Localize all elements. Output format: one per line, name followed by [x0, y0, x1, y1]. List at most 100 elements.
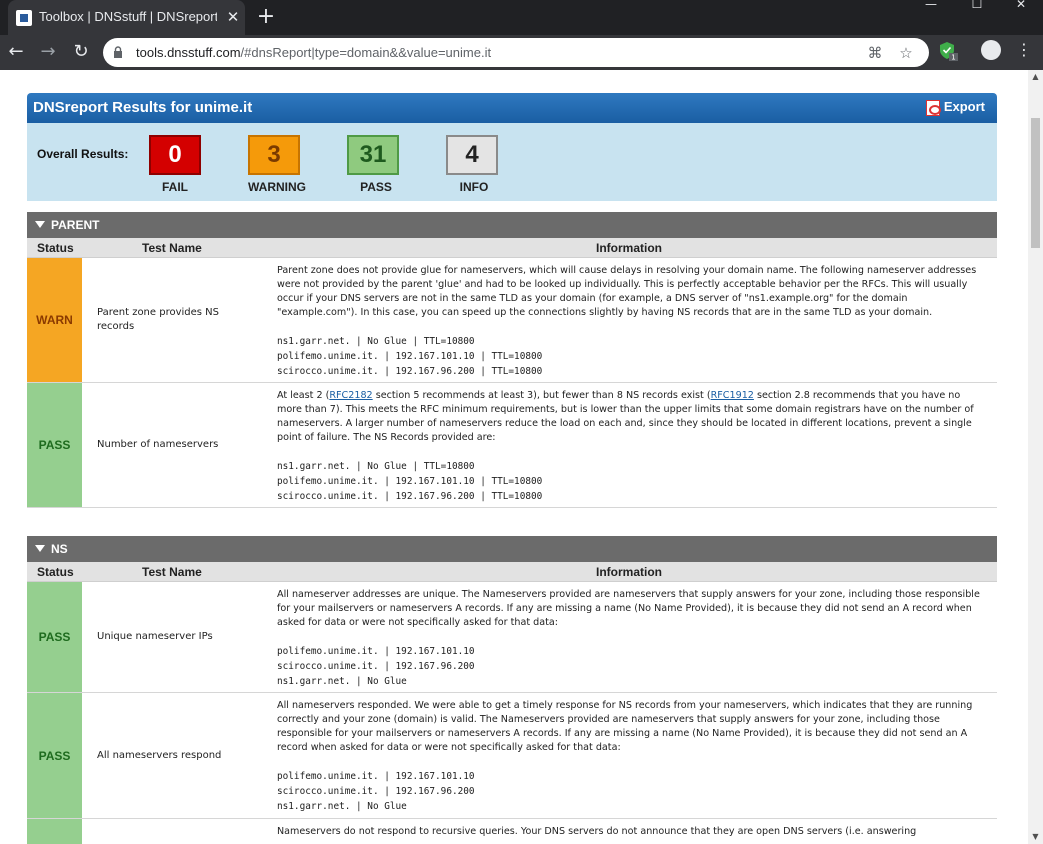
table-row: Nameservers do not respond to recursive … [27, 819, 997, 844]
record-line: ns1.garr.net. | No Glue | TTL=10800 [277, 336, 475, 347]
parent-section: PARENT Status Test Name Information WARN… [27, 212, 997, 508]
test-name: All nameservers respond [97, 749, 222, 761]
test-name-column-header: Test Name [142, 241, 202, 255]
url-path: /#dnsReport|type=domain&&value=unime.it [240, 45, 492, 60]
pass-label: PASS [360, 180, 392, 194]
test-name: Parent zone provides NS records [97, 307, 219, 332]
test-name-column-header: Test Name [142, 565, 202, 579]
overall-results-panel: Overall Results: 0 FAIL 3 WARNING 31 PAS… [27, 123, 997, 201]
overall-results-label: Overall Results: [37, 147, 129, 161]
test-name: Unique nameserver IPs [97, 631, 213, 642]
ns-section-header[interactable]: NS [27, 536, 997, 562]
table-row: PASS Number of nameservers At least 2 (R… [27, 383, 997, 508]
profile-avatar-icon[interactable] [981, 40, 1001, 60]
test-information: All nameserver addresses are unique. The… [277, 588, 987, 689]
ns-section-title: NS [51, 542, 68, 556]
tab-title: Toolbox | DNSstuff | DNSreport R [39, 9, 217, 24]
record-line: polifemo.unime.it. | 192.167.101.10 | TT… [277, 476, 543, 487]
maximize-window-icon[interactable]: ☐ [954, 0, 1000, 10]
page-viewport: DNSreport Results for unime.it Export Ov… [0, 70, 1028, 844]
parent-section-header[interactable]: PARENT [27, 212, 997, 238]
new-tab-button[interactable]: + [254, 5, 278, 29]
lock-icon [114, 46, 122, 58]
forward-arrow-icon[interactable]: → [36, 40, 60, 64]
info-text-part: At least 2 ( [277, 390, 330, 401]
record-line: ns1.garr.net. | No Glue [277, 676, 407, 687]
pdf-icon [925, 99, 941, 116]
info-text: All nameserver addresses are unique. The… [277, 589, 980, 628]
status-badge: PASS [27, 582, 82, 692]
status-badge: PASS [27, 693, 82, 818]
record-line: scirocco.unime.it. | 192.167.96.200 | TT… [277, 366, 543, 377]
scroll-up-arrow-icon[interactable]: ▲ [1031, 72, 1040, 81]
status-column-header: Status [37, 565, 74, 579]
record-line: ns1.garr.net. | No Glue | TTL=10800 [277, 461, 475, 472]
parent-section-title: PARENT [51, 218, 100, 232]
close-tab-icon[interactable]: ✕ [224, 8, 242, 26]
browser-tab-bar: Toolbox | DNSstuff | DNSreport R ✕ + — ☐… [0, 0, 1043, 35]
info-text: At least 2 (RFC2182 section 5 recommends… [277, 389, 987, 445]
table-row: WARN Parent zone provides NS records Par… [27, 258, 997, 383]
fail-count: 0 [149, 135, 201, 175]
scroll-down-arrow-icon[interactable]: ▼ [1031, 832, 1040, 841]
export-label: Export [943, 99, 985, 114]
url-host: tools.dnsstuff.com [136, 45, 241, 60]
info-text: All nameservers responded. We were able … [277, 700, 973, 753]
rfc2182-link[interactable]: RFC2182 [329, 390, 372, 401]
close-window-icon[interactable]: ✕ [998, 0, 1043, 10]
record-line: polifemo.unime.it. | 192.167.101.10 | TT… [277, 351, 543, 362]
extension-shield-icon[interactable]: 1 [938, 41, 958, 61]
column-headers: Status Test Name Information [27, 562, 997, 582]
information-column-header: Information [596, 241, 662, 255]
info-label: INFO [459, 180, 489, 194]
info-text-part: section 5 recommends at least 3), but fe… [372, 390, 711, 401]
collapse-triangle-icon [35, 545, 45, 553]
test-information: At least 2 (RFC2182 section 5 recommends… [277, 389, 987, 504]
warning-count: 3 [248, 135, 300, 175]
status-badge [27, 819, 82, 844]
test-name: Number of nameservers [97, 439, 219, 450]
pass-count: 31 [347, 135, 399, 175]
record-line: ns1.garr.net. | No Glue [277, 801, 407, 812]
information-column-header: Information [596, 565, 662, 579]
back-arrow-icon[interactable]: ← [4, 40, 28, 64]
address-bar[interactable]: tools.dnsstuff.com/#dnsReport|type=domai… [103, 38, 929, 67]
test-information: Parent zone does not provide glue for na… [277, 264, 987, 379]
collapse-triangle-icon [35, 221, 45, 229]
record-line: scirocco.unime.it. | 192.167.96.200 [277, 786, 475, 797]
status-badge: PASS [27, 383, 82, 507]
info-text: Parent zone does not provide glue for na… [277, 265, 977, 318]
status-badge: WARN [27, 258, 82, 382]
export-button[interactable]: Export [925, 99, 985, 117]
rfc1912-link[interactable]: RFC1912 [711, 390, 754, 401]
record-line: scirocco.unime.it. | 192.167.96.200 | TT… [277, 491, 543, 502]
fail-label: FAIL [162, 180, 188, 194]
translate-icon[interactable]: ⌘ [865, 43, 885, 63]
bookmark-star-icon[interactable]: ☆ [896, 43, 916, 63]
test-name [97, 819, 237, 844]
test-information: Nameservers do not respond to recursive … [277, 825, 987, 839]
site-favicon-icon [16, 10, 32, 26]
record-line: scirocco.unime.it. | 192.167.96.200 [277, 661, 475, 672]
browser-menu-icon[interactable]: ⋮ [1014, 40, 1034, 60]
report-title: DNSreport Results for unime.it [33, 99, 253, 116]
page-scrollbar[interactable]: ▲ ▼ [1028, 70, 1043, 844]
url-text: tools.dnsstuff.com/#dnsReport|type=domai… [136, 45, 491, 60]
browser-toolbar: ← → ↻ tools.dnsstuff.com/#dnsReport|type… [0, 35, 1043, 70]
scrollbar-thumb[interactable] [1031, 118, 1040, 248]
record-line: polifemo.unime.it. | 192.167.101.10 [277, 771, 475, 782]
minimize-window-icon[interactable]: — [908, 0, 954, 10]
test-information: All nameservers responded. We were able … [277, 699, 987, 814]
extension-badge: 1 [951, 54, 955, 62]
status-column-header: Status [37, 241, 74, 255]
record-line: polifemo.unime.it. | 192.167.101.10 [277, 646, 475, 657]
table-row: PASS All nameservers respond All nameser… [27, 693, 997, 819]
warning-label: WARNING [248, 180, 306, 194]
column-headers: Status Test Name Information [27, 238, 997, 258]
info-text: Nameservers do not respond to recursive … [277, 826, 917, 837]
reload-icon[interactable]: ↻ [69, 40, 93, 64]
browser-tab[interactable]: Toolbox | DNSstuff | DNSreport R ✕ [8, 0, 245, 35]
info-count: 4 [446, 135, 498, 175]
ns-section: NS Status Test Name Information PASS Uni… [27, 536, 997, 844]
table-row: PASS Unique nameserver IPs All nameserve… [27, 582, 997, 693]
